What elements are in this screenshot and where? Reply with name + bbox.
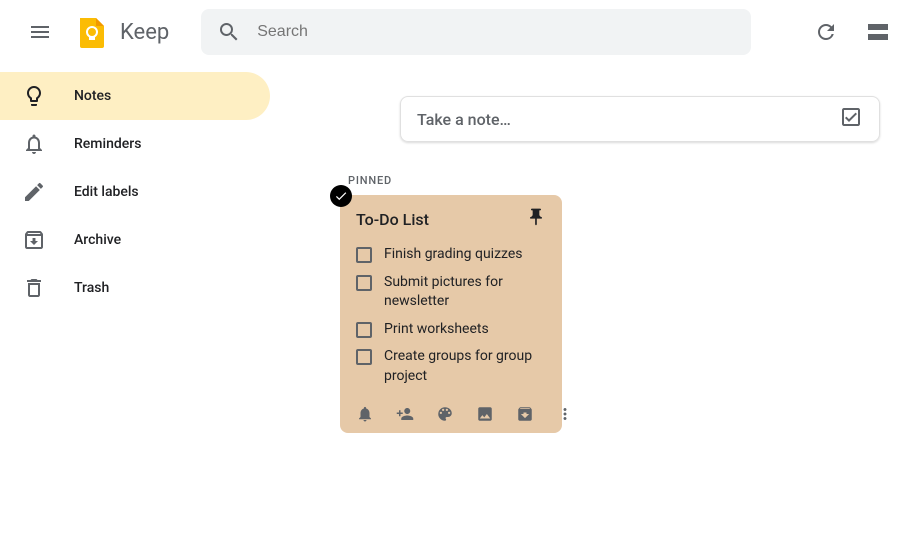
checkbox-empty-icon[interactable] — [356, 275, 372, 291]
body: Notes Reminders Edit labels Archive Tras… — [0, 64, 918, 558]
sidebar-item-notes[interactable]: Notes — [0, 72, 270, 120]
note-header: To-Do List — [356, 207, 546, 231]
sidebar-item-reminders[interactable]: Reminders — [0, 120, 270, 168]
remind-me-button[interactable] — [356, 405, 374, 423]
note-card[interactable]: To-Do List Finish grading quizzes Submit… — [340, 195, 562, 433]
sidebar-item-label: Notes — [74, 88, 111, 104]
header: Keep — [0, 0, 918, 64]
checklist-item[interactable]: Create groups for group project — [356, 343, 546, 390]
add-image-button[interactable] — [476, 405, 494, 423]
sidebar-item-label: Archive — [74, 232, 121, 248]
collaborator-button[interactable] — [396, 405, 414, 423]
header-actions — [802, 8, 902, 56]
take-note-placeholder: Take a note… — [417, 110, 839, 129]
palette-icon — [436, 405, 454, 423]
trash-icon — [22, 276, 46, 300]
sidebar-item-label: Reminders — [74, 136, 141, 152]
checklist-item[interactable]: Finish grading quizzes — [356, 241, 546, 269]
archive-note-button[interactable] — [516, 405, 534, 423]
sidebar-item-edit-labels[interactable]: Edit labels — [0, 168, 270, 216]
check-icon — [334, 189, 348, 203]
pinned-section-label: PINNED — [348, 174, 918, 187]
image-icon — [476, 405, 494, 423]
checkbox-empty-icon[interactable] — [356, 322, 372, 338]
keep-logo-icon — [72, 12, 112, 52]
sidebar-item-archive[interactable]: Archive — [0, 216, 270, 264]
bell-icon — [22, 132, 46, 156]
checkbox-empty-icon[interactable] — [356, 349, 372, 365]
search-input[interactable] — [257, 23, 735, 41]
checkbox-empty-icon[interactable] — [356, 247, 372, 263]
sidebar-item-trash[interactable]: Trash — [0, 264, 270, 312]
refresh-icon — [814, 20, 838, 44]
new-list-button[interactable] — [839, 105, 863, 133]
main-content: Take a note… PINNED To-Do List Finish gr… — [280, 64, 918, 558]
hamburger-icon — [28, 20, 52, 44]
person-add-icon — [396, 405, 414, 423]
color-button[interactable] — [436, 405, 454, 423]
search-icon — [217, 20, 241, 44]
refresh-button[interactable] — [802, 8, 850, 56]
lightbulb-icon — [22, 84, 46, 108]
list-view-icon — [866, 20, 890, 44]
bell-add-icon — [356, 405, 374, 423]
pencil-icon — [22, 180, 46, 204]
app-logo[interactable]: Keep — [72, 12, 169, 52]
more-vert-icon — [556, 405, 574, 423]
checklist: Finish grading quizzes Submit pictures f… — [356, 241, 546, 391]
sidebar-item-label: Trash — [74, 280, 109, 296]
checklist-item[interactable]: Submit pictures for newsletter — [356, 269, 546, 316]
checkbox-icon — [839, 105, 863, 129]
more-button[interactable] — [556, 405, 574, 423]
app-name: Keep — [120, 20, 169, 45]
archive-icon — [22, 228, 46, 252]
sidebar: Notes Reminders Edit labels Archive Tras… — [0, 64, 280, 558]
take-note-bar[interactable]: Take a note… — [400, 96, 880, 142]
checklist-item[interactable]: Print worksheets — [356, 316, 546, 344]
note-toolbar — [356, 401, 546, 427]
select-note-button[interactable] — [330, 185, 352, 207]
view-toggle-button[interactable] — [854, 8, 902, 56]
archive-icon — [516, 405, 534, 423]
pin-button[interactable] — [526, 207, 546, 231]
pin-icon — [526, 207, 546, 227]
sidebar-item-label: Edit labels — [74, 184, 139, 200]
note-title: To-Do List — [356, 210, 429, 229]
main-menu-button[interactable] — [16, 8, 64, 56]
search-bar[interactable] — [201, 9, 751, 55]
